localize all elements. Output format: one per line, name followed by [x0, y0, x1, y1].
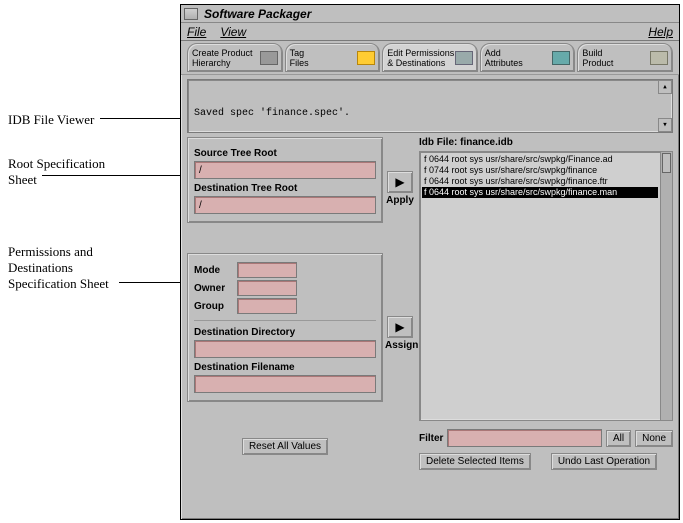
list-item[interactable]: f 0644 root sys usr/share/src/swpkg/fina…	[422, 187, 658, 198]
filter-input[interactable]	[447, 429, 602, 447]
annotation-perms-sheet: Permissions and Destinations Specificati…	[8, 244, 109, 292]
perms-spec-panel: Mode Owner Group Destination Directory D…	[187, 253, 383, 402]
list-scroll-thumb[interactable]	[662, 153, 671, 173]
titlebar: Software Packager	[181, 5, 679, 23]
app-window: Software Packager File View Help Create …	[180, 4, 680, 520]
tag-icon	[357, 51, 375, 65]
annotation-root-sheet: Root Specification Sheet	[8, 156, 105, 188]
menu-view[interactable]: View	[220, 25, 246, 39]
console-line: Saved spec 'finance.spec'.	[194, 108, 666, 120]
undo-last-button[interactable]: Undo Last Operation	[551, 453, 657, 470]
filter-none-button[interactable]: None	[635, 430, 673, 447]
window-title: Software Packager	[204, 7, 311, 21]
idb-file-header: Idb File: finance.idb	[419, 137, 673, 148]
menu-help[interactable]: Help	[648, 25, 673, 39]
tab-tag-files[interactable]: Tag Files	[285, 43, 381, 72]
window-menu-icon[interactable]	[184, 8, 198, 20]
console-scroll-down[interactable]: ▾	[658, 118, 672, 132]
build-icon	[650, 51, 668, 65]
tab-label: Edit Permissions & Destinations	[387, 48, 454, 68]
annotation-idb-viewer: IDB File Viewer	[8, 112, 94, 128]
idb-listbox[interactable]: f 0644 root sys usr/share/src/swpkg/Fina…	[419, 151, 673, 421]
apply-button[interactable]: ▶	[387, 171, 413, 193]
group-input[interactable]	[237, 298, 297, 314]
root-spec-panel: Source Tree Root / Destination Tree Root…	[187, 137, 383, 223]
tab-add-attributes[interactable]: Add Attributes	[480, 43, 576, 72]
attributes-icon	[552, 51, 570, 65]
dest-root-label: Destination Tree Root	[194, 183, 376, 194]
list-item[interactable]: f 0644 root sys usr/share/src/swpkg/Fina…	[422, 154, 658, 165]
source-root-label: Source Tree Root	[194, 148, 376, 159]
list-item[interactable]: f 0644 root sys usr/share/src/swpkg/fina…	[422, 176, 658, 187]
reset-all-button[interactable]: Reset All Values	[242, 438, 328, 455]
tab-label: Build Product	[582, 48, 613, 68]
source-root-input[interactable]: /	[194, 161, 376, 179]
mode-label: Mode	[194, 265, 234, 276]
hierarchy-icon	[260, 51, 278, 65]
tab-create-hierarchy[interactable]: Create Product Hierarchy	[187, 43, 283, 72]
destfile-label: Destination Filename	[194, 362, 376, 373]
console-scroll-up[interactable]: ▴	[658, 80, 672, 94]
tab-label: Create Product Hierarchy	[192, 48, 253, 68]
dest-root-input[interactable]: /	[194, 196, 376, 214]
filter-label: Filter	[419, 433, 443, 444]
delete-selected-button[interactable]: Delete Selected Items	[419, 453, 531, 470]
assign-button[interactable]: ▶	[387, 316, 413, 338]
group-label: Group	[194, 301, 234, 312]
list-scrollbar[interactable]	[660, 152, 672, 420]
apply-label: Apply	[385, 195, 415, 206]
permissions-icon	[455, 51, 473, 65]
owner-label: Owner	[194, 283, 234, 294]
tab-label: Add Attributes	[485, 48, 523, 68]
menu-file[interactable]: File	[187, 25, 206, 39]
list-item[interactable]: f 0744 root sys usr/share/src/swpkg/fina…	[422, 165, 658, 176]
assign-label: Assign	[385, 340, 415, 351]
mode-input[interactable]	[237, 262, 297, 278]
filter-all-button[interactable]: All	[606, 430, 631, 447]
menubar: File View Help	[181, 23, 679, 41]
destdir-label: Destination Directory	[194, 327, 376, 338]
tab-edit-permissions[interactable]: Edit Permissions & Destinations	[382, 43, 478, 72]
tab-label: Tag Files	[290, 48, 309, 68]
owner-input[interactable]	[237, 280, 297, 296]
destdir-input[interactable]	[194, 340, 376, 358]
destfile-input[interactable]	[194, 375, 376, 393]
message-console: Saved spec 'finance.spec'. Saved idb 'fi…	[187, 79, 673, 133]
leader-root	[42, 175, 202, 176]
step-tabs: Create Product Hierarchy Tag Files Edit …	[181, 41, 679, 75]
tab-build-product[interactable]: Build Product	[577, 43, 673, 72]
